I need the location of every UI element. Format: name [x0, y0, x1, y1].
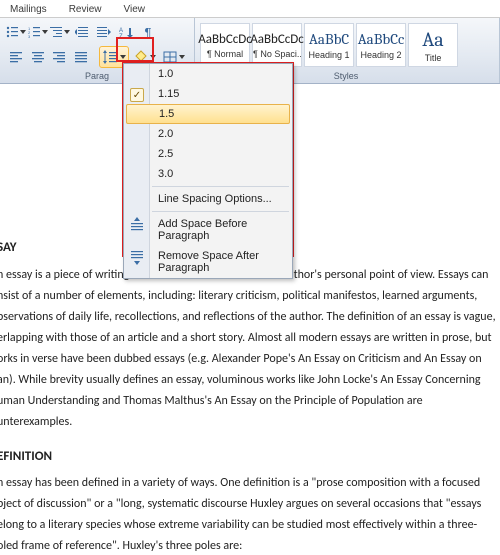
line-spacing-options[interactable]: Line Spacing Options...: [124, 189, 292, 209]
tab-review[interactable]: Review: [65, 2, 106, 17]
body-text: n essay has been defined in a variety of…: [0, 474, 500, 492]
body-text: unterexamples.: [0, 413, 500, 431]
body-text: uman Understanding and Thomas Malthus's …: [0, 392, 500, 410]
spacing-2-5[interactable]: 2.5: [124, 144, 292, 164]
body-text: bject of discussion" or a "long, systema…: [0, 495, 500, 513]
align-right-button[interactable]: [49, 47, 69, 67]
checkmark-icon: ✓: [130, 88, 144, 102]
menu-separator: [152, 186, 289, 187]
align-center-button[interactable]: [28, 47, 48, 67]
remove-space-after[interactable]: Remove Space After Paragraph: [124, 246, 292, 278]
style-no-spacing[interactable]: AaBbCcDc¶ No Spaci...: [252, 23, 302, 67]
spacing-2-0[interactable]: 2.0: [124, 124, 292, 144]
tab-view[interactable]: View: [119, 2, 149, 17]
spacing-1-15[interactable]: ✓ 1.15: [124, 84, 292, 104]
body-text: nsist of a number of elements, including…: [0, 287, 500, 305]
spacing-1-0[interactable]: 1.0: [124, 64, 292, 84]
justify-button[interactable]: [71, 47, 91, 67]
menu-separator: [152, 211, 289, 212]
body-text: elong to a literary species whose extrem…: [0, 516, 500, 534]
body-text: an). While brevity usually defines an es…: [0, 371, 500, 389]
style-normal[interactable]: AaBbCcDc¶ Normal: [200, 23, 250, 67]
style-heading2[interactable]: AaBbCcHeading 2: [356, 23, 406, 67]
body-text: erlapping with those of an article and a…: [0, 329, 500, 347]
svg-text:3: 3: [28, 34, 31, 38]
svg-text:Z: Z: [119, 34, 123, 38]
remove-after-icon: [129, 249, 145, 265]
line-spacing-menu: 1.0 ✓ 1.15 1.5 2.0 2.5 3.0 Line Spacing …: [123, 63, 293, 279]
increase-indent-button[interactable]: [94, 22, 114, 42]
spacing-1-5[interactable]: 1.5: [126, 104, 290, 124]
style-heading1[interactable]: AaBbCHeading 1: [304, 23, 354, 67]
add-before-icon: [129, 217, 145, 233]
body-text: orks in verse have been dubbed essays (e…: [0, 350, 500, 368]
heading-definition: EFINITION: [0, 447, 500, 467]
ribbon-tab-strip: Mailings Review View: [0, 0, 500, 18]
body-text: bservations of daily life, recollections…: [0, 308, 500, 326]
style-title[interactable]: AaTitle: [408, 23, 458, 67]
spacing-3-0[interactable]: 3.0: [124, 164, 292, 184]
bullets-button[interactable]: [6, 22, 26, 42]
numbering-button[interactable]: 123: [28, 22, 48, 42]
add-space-before[interactable]: Add Space Before Paragraph: [124, 214, 292, 246]
tab-mailings[interactable]: Mailings: [6, 2, 51, 17]
sort-button[interactable]: AZ: [116, 22, 136, 42]
multilevel-list-button[interactable]: [50, 22, 70, 42]
align-left-button[interactable]: [6, 47, 26, 67]
decrease-indent-button[interactable]: [72, 22, 92, 42]
body-text: oled frame of reference". Huxley's three…: [0, 537, 500, 555]
show-marks-button[interactable]: ¶: [138, 22, 158, 42]
